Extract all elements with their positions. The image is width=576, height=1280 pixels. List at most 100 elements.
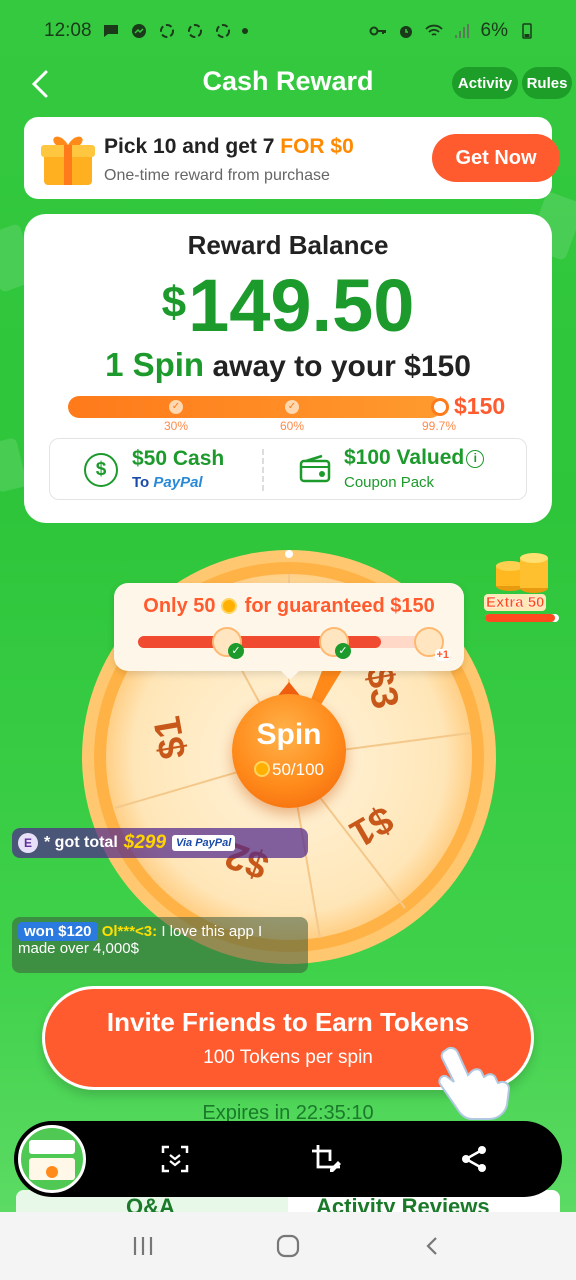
spin-away-text: 1 Spin away to your $150 bbox=[24, 346, 552, 384]
wheel-segment-label: $1 bbox=[146, 713, 196, 763]
chevron-left-icon bbox=[426, 1237, 438, 1255]
tab-activity-reviews[interactable]: Activity Reviews bbox=[316, 1194, 490, 1214]
spin-button[interactable]: Spin 50/100 bbox=[232, 694, 346, 808]
milestone-label: 60% bbox=[280, 419, 305, 433]
token-icon bbox=[254, 761, 270, 777]
milestone-check-icon: ✓ bbox=[285, 400, 299, 414]
chevron-left-icon bbox=[31, 70, 48, 98]
milestone-check-icon: ✓ bbox=[169, 400, 183, 414]
system-nav-bar bbox=[0, 1212, 576, 1280]
thumbnail-preview-icon bbox=[29, 1140, 75, 1180]
guarantee-pointer bbox=[280, 670, 300, 680]
divider bbox=[262, 449, 264, 491]
extra-bonus[interactable]: Extra 50 bbox=[482, 548, 562, 626]
progress-target: $150 bbox=[454, 393, 506, 419]
coupon-reward-subtitle: Coupon Pack bbox=[344, 474, 435, 491]
via-paypal-badge: Via PayPal bbox=[172, 835, 236, 851]
balance-progress-fill bbox=[68, 396, 441, 418]
tab-qa[interactable]: Q&A bbox=[126, 1194, 175, 1214]
ticker-text: * got total bbox=[44, 834, 118, 851]
back-button[interactable] bbox=[26, 66, 56, 102]
sync-icon bbox=[215, 24, 230, 38]
guarantee-node: ✓ bbox=[319, 627, 351, 659]
invite-title: Invite Friends to Earn Tokens bbox=[106, 1007, 470, 1037]
review-ticker: won $120 Ol***<3: I love this app I made… bbox=[12, 917, 308, 973]
extra-label: Extra 50 bbox=[484, 594, 547, 611]
key-icon bbox=[369, 26, 386, 36]
coin-stack-icon bbox=[496, 553, 548, 593]
cash-reward-prefix: To bbox=[132, 474, 154, 491]
spin-label: Spin bbox=[256, 718, 322, 751]
check-icon: ✓ bbox=[228, 643, 244, 659]
rules-button[interactable]: Rules bbox=[522, 67, 572, 99]
share-icon[interactable] bbox=[458, 1143, 490, 1175]
home-button[interactable] bbox=[268, 1226, 308, 1266]
spin-token-count: 50/100 bbox=[232, 760, 346, 780]
sync-icon bbox=[187, 24, 202, 38]
home-icon bbox=[276, 1234, 300, 1258]
get-now-button[interactable]: Get Now bbox=[432, 134, 560, 182]
won-badge: won $120 bbox=[18, 922, 98, 941]
guarantee-progress-bar bbox=[138, 636, 434, 648]
header: Cash Reward Activity Rules bbox=[0, 62, 576, 106]
guarantee-node: ✓ bbox=[212, 627, 244, 659]
info-icon[interactable]: i bbox=[466, 450, 485, 468]
battery-icon bbox=[522, 23, 532, 39]
coupon-icon bbox=[299, 454, 331, 483]
status-bar: 12:08 6% bbox=[0, 0, 576, 62]
promo-title: Pick 10 and get 7 FOR $0 bbox=[104, 135, 354, 159]
extra-progress-bar bbox=[485, 614, 559, 622]
winner-ticker: E * got total $299 Via PayPal bbox=[12, 828, 308, 858]
ticker-amount: $299 bbox=[123, 832, 167, 853]
coupon-reward-title-text: $100 Valued bbox=[344, 446, 465, 469]
ticker-user: Ol***<3: bbox=[101, 923, 158, 940]
guarantee-text-b: for guaranteed $150 bbox=[244, 595, 435, 617]
token-icon bbox=[221, 598, 238, 614]
cash-reward-title: $50 Cash bbox=[132, 447, 225, 470]
guarantee-node: +1 bbox=[414, 627, 450, 661]
recent-apps-button[interactable] bbox=[123, 1226, 163, 1266]
gift-icon bbox=[41, 136, 95, 185]
coupon-reward-title: $100 Valued i bbox=[344, 446, 485, 470]
wifi-icon bbox=[424, 24, 443, 36]
guarantee-card: Only 50 for guaranteed $150 ✓ ✓ +1 bbox=[114, 583, 464, 671]
recent-apps-icon bbox=[133, 1237, 152, 1255]
back-nav-button[interactable] bbox=[413, 1226, 453, 1266]
balance-progress-bar: ✓ ✓ bbox=[68, 396, 442, 418]
avatar: E bbox=[18, 833, 38, 853]
screenshot-toolbar bbox=[14, 1121, 562, 1197]
milestone-label: 99.7% bbox=[422, 419, 457, 433]
plus-one-badge: +1 bbox=[435, 649, 450, 661]
promo-title-main: Pick 10 and get 7 bbox=[104, 135, 281, 158]
messenger-icon bbox=[131, 24, 146, 38]
milestone-label: 30% bbox=[164, 419, 189, 433]
paypal-logo: PayPal bbox=[153, 474, 203, 491]
screenshot-thumbnail[interactable] bbox=[18, 1125, 86, 1193]
signal-icon bbox=[454, 24, 469, 38]
promo-banner[interactable]: Pick 10 and get 7 FOR $0 One-time reward… bbox=[24, 117, 560, 199]
progress-end-knob bbox=[431, 398, 449, 416]
battery-percent: 6% bbox=[480, 20, 508, 41]
check-icon: ✓ bbox=[335, 643, 351, 659]
promo-title-accent: FOR $0 bbox=[280, 135, 354, 158]
extra-progress-fill bbox=[485, 614, 556, 622]
clock: 12:08 bbox=[44, 20, 92, 41]
crop-edit-icon[interactable] bbox=[310, 1143, 342, 1175]
spin-count: 1 Spin bbox=[105, 346, 205, 383]
balance-value: 149.50 bbox=[188, 264, 415, 347]
spin-suffix: away to your $150 bbox=[204, 350, 471, 383]
promo-subtitle: One-time reward from purchase bbox=[104, 167, 330, 184]
reward-balance-card: Reward Balance $149.50 1 Spin away to yo… bbox=[24, 214, 552, 523]
cash-reward-subtitle: To PayPal bbox=[132, 474, 203, 491]
dollar-coin-icon: $ bbox=[84, 453, 118, 487]
activity-button[interactable]: Activity bbox=[452, 67, 518, 99]
balance-title: Reward Balance bbox=[187, 230, 389, 260]
notification-dot-icon bbox=[241, 28, 248, 34]
reward-options: $ $50 Cash To PayPal $100 Valued i Coupon… bbox=[49, 438, 527, 500]
guarantee-text: Only 50 for guaranteed $150 bbox=[114, 595, 464, 618]
alarm-icon bbox=[399, 26, 412, 38]
spin-token-value: 50/100 bbox=[272, 760, 324, 779]
sync-icon bbox=[159, 24, 174, 38]
scroll-capture-icon[interactable] bbox=[159, 1143, 191, 1175]
guarantee-text-a: Only 50 bbox=[143, 595, 216, 617]
